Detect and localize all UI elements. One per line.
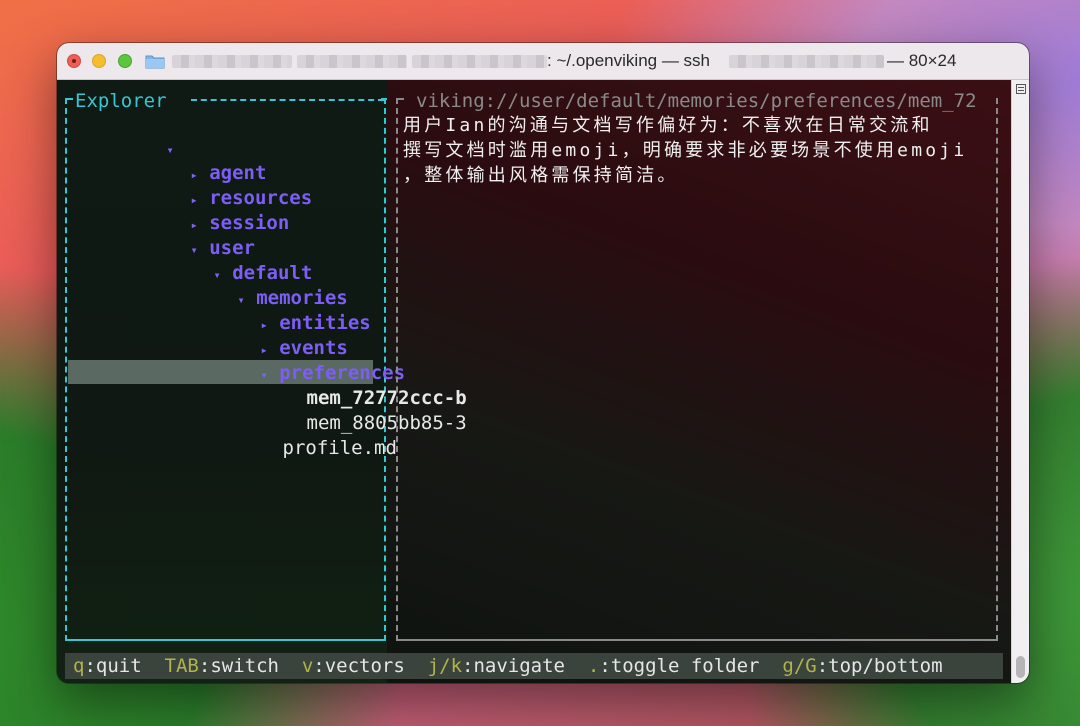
tree-item-memories[interactable]: ▾ memories [146,261,348,309]
tree-item-default[interactable]: ▾ default [122,236,313,284]
tree-item-resources[interactable]: ▸ resources [99,161,313,209]
preview-line: 用户Ian的沟通与文档写作偏好为：不喜欢在日常交流和 [403,115,933,136]
shortcut-action: :vectors [313,655,405,677]
tree-item-user[interactable]: ▾ user [99,211,255,259]
window-size: — 80×24 [887,51,957,70]
shortcut-key: TAB [164,655,199,677]
preview-pane[interactable]: viking://user/default/memories/preferenc… [396,86,1000,641]
tree-item-profile[interactable]: profile.md [191,411,397,459]
terminal-menu-icon[interactable] [1016,84,1026,94]
redacted-text [172,55,292,68]
shortcut-action: :switch [198,655,279,677]
shortcut-key: v [301,655,314,677]
shortcut-action: :quit [84,655,142,677]
redacted-text [412,55,547,68]
title-bar: : ~/.openviking — ssh — 80×24 [57,43,1029,80]
shortcut-action: :top/bottom [816,655,943,677]
terminal-scrollbar[interactable] [1011,80,1029,683]
tree-item-agent[interactable]: ▸ agent [99,136,267,184]
preview-line: ，整体输出风格需保持简洁。 [403,165,679,186]
shortcut-action: :toggle folder [599,655,760,677]
close-dot-icon [72,59,76,63]
tree-item-preferences[interactable]: ▾ preferences [169,336,406,384]
tree-item-session[interactable]: ▸ session [99,186,290,234]
minimize-button[interactable] [92,54,106,68]
shortcut-key: j/k [427,655,463,677]
shortcut-key: g/G [782,655,817,677]
tree-item-entities[interactable]: ▸ entities [169,286,371,334]
tree-item-events[interactable]: ▸ events [169,311,348,359]
window-title: : ~/.openviking — ssh [547,51,711,70]
folder-icon [145,55,165,69]
explorer-pane[interactable]: Explorer ▾ ▸ agent ▸ resources ▸ session… [65,86,467,641]
terminal-window: : ~/.openviking — ssh — 80×24 Explorer ▾… [57,43,1029,683]
zoom-button[interactable] [118,54,132,68]
shortcut-key: . [587,655,600,677]
redacted-host [729,55,884,68]
close-button[interactable] [67,54,81,68]
shortcut-action: :navigate [462,655,565,677]
shortcut-key: q [73,655,85,677]
redacted-text [297,55,407,68]
tree-root[interactable]: ▾ [75,111,174,157]
status-bar: q:quit TAB:switch v:vectors j/k:navigate… [65,653,1003,679]
terminal-content[interactable]: Explorer ▾ ▸ agent ▸ resources ▸ session… [57,80,1011,683]
tree-item-label: profile.md [282,436,397,459]
preview-line: 撰写文档时滥用emoji，明确要求非必要场景不使用emoji [403,140,968,161]
scrollbar-thumb[interactable] [1016,656,1025,678]
preview-path: viking://user/default/memories/preferenc… [416,90,977,112]
